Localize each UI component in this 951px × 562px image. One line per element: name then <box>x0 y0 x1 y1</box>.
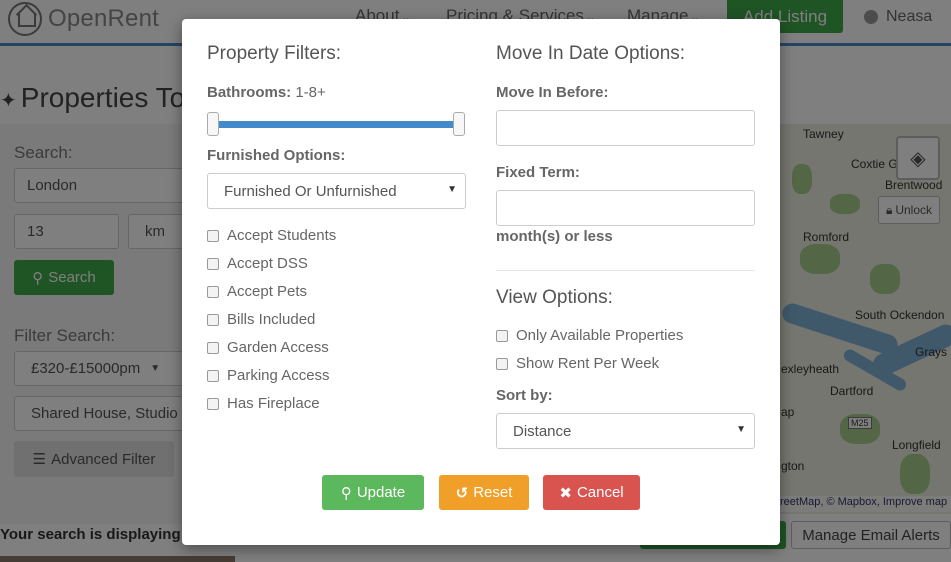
update-button[interactable]: ⚲ Update <box>322 475 424 510</box>
accept-pets-checkbox-row[interactable]: Accept Pets <box>207 283 307 300</box>
sort-by-select[interactable]: Distance ▼ <box>496 413 755 449</box>
update-button-label: Update <box>356 484 406 501</box>
bathrooms-label-text: Bathrooms: <box>207 84 292 101</box>
fixed-term-suffix: month(s) or less <box>496 228 613 245</box>
garden-access-checkbox-row[interactable]: Garden Access <box>207 339 329 356</box>
checkbox[interactable] <box>207 229 219 242</box>
bathrooms-label: Bathrooms: 1-8+ <box>207 84 326 101</box>
furnished-select[interactable]: Furnished Or Unfurnished ▼ <box>207 173 466 209</box>
bathrooms-value: 1-8+ <box>295 84 326 101</box>
undo-icon: ↺ <box>455 484 469 502</box>
search-icon: ⚲ <box>340 484 352 502</box>
caret-down-icon: ▼ <box>736 424 746 435</box>
checkbox[interactable] <box>207 369 219 382</box>
checkbox-label: Garden Access <box>227 339 329 356</box>
checkbox-label: Accept Pets <box>227 283 308 300</box>
move-in-title: Move In Date Options: <box>496 43 686 64</box>
divider <box>496 270 754 271</box>
checkbox-label: Only Available Properties <box>516 327 684 344</box>
fixed-term-label: Fixed Term: <box>496 164 580 181</box>
bathrooms-slider-max-handle[interactable] <box>453 112 465 136</box>
accept-dss-checkbox-row[interactable]: Accept DSS <box>207 255 308 272</box>
reset-button[interactable]: ↺ Reset <box>439 475 529 510</box>
checkbox[interactable] <box>496 357 508 370</box>
sort-by-value: Distance <box>513 422 572 440</box>
checkbox[interactable] <box>207 341 219 354</box>
parking-access-checkbox-row[interactable]: Parking Access <box>207 367 330 384</box>
bathrooms-slider-min-handle[interactable] <box>207 112 219 136</box>
move-in-before-input[interactable] <box>496 110 755 146</box>
checkbox[interactable] <box>496 329 508 342</box>
accept-students-checkbox-row[interactable]: Accept Students <box>207 227 336 244</box>
checkbox-label: Show Rent Per Week <box>516 355 660 372</box>
sort-by-label: Sort by: <box>496 387 553 404</box>
checkbox-label: Accept DSS <box>227 255 308 272</box>
cancel-button-label: Cancel <box>576 484 624 501</box>
bills-included-checkbox-row[interactable]: Bills Included <box>207 311 315 328</box>
advanced-filter-modal: Property Filters: Bathrooms: 1-8+ Furnis… <box>182 19 780 545</box>
move-in-before-label: Move In Before: <box>496 84 609 101</box>
fixed-term-input[interactable] <box>496 190 755 226</box>
checkbox-label: Bills Included <box>227 311 316 328</box>
furnished-select-value: Furnished Or Unfurnished <box>224 182 397 200</box>
caret-down-icon: ▼ <box>447 184 457 195</box>
property-filters-title: Property Filters: <box>207 43 342 64</box>
checkbox-label: Accept Students <box>227 227 337 244</box>
checkbox[interactable] <box>207 397 219 410</box>
checkbox[interactable] <box>207 257 219 270</box>
checkbox[interactable] <box>207 313 219 326</box>
close-icon: ✖ <box>559 484 572 502</box>
checkbox-label: Has Fireplace <box>227 395 320 412</box>
cancel-button[interactable]: ✖ Cancel <box>543 475 640 510</box>
bathrooms-slider-track[interactable] <box>216 121 456 128</box>
only-available-checkbox-row[interactable]: Only Available Properties <box>496 327 683 344</box>
has-fireplace-checkbox-row[interactable]: Has Fireplace <box>207 395 320 412</box>
show-rent-per-week-checkbox-row[interactable]: Show Rent Per Week <box>496 355 659 372</box>
furnished-label: Furnished Options: <box>207 147 346 164</box>
checkbox-label: Parking Access <box>227 367 330 384</box>
checkbox[interactable] <box>207 285 219 298</box>
view-options-title: View Options: <box>496 287 613 308</box>
reset-button-label: Reset <box>473 484 513 501</box>
